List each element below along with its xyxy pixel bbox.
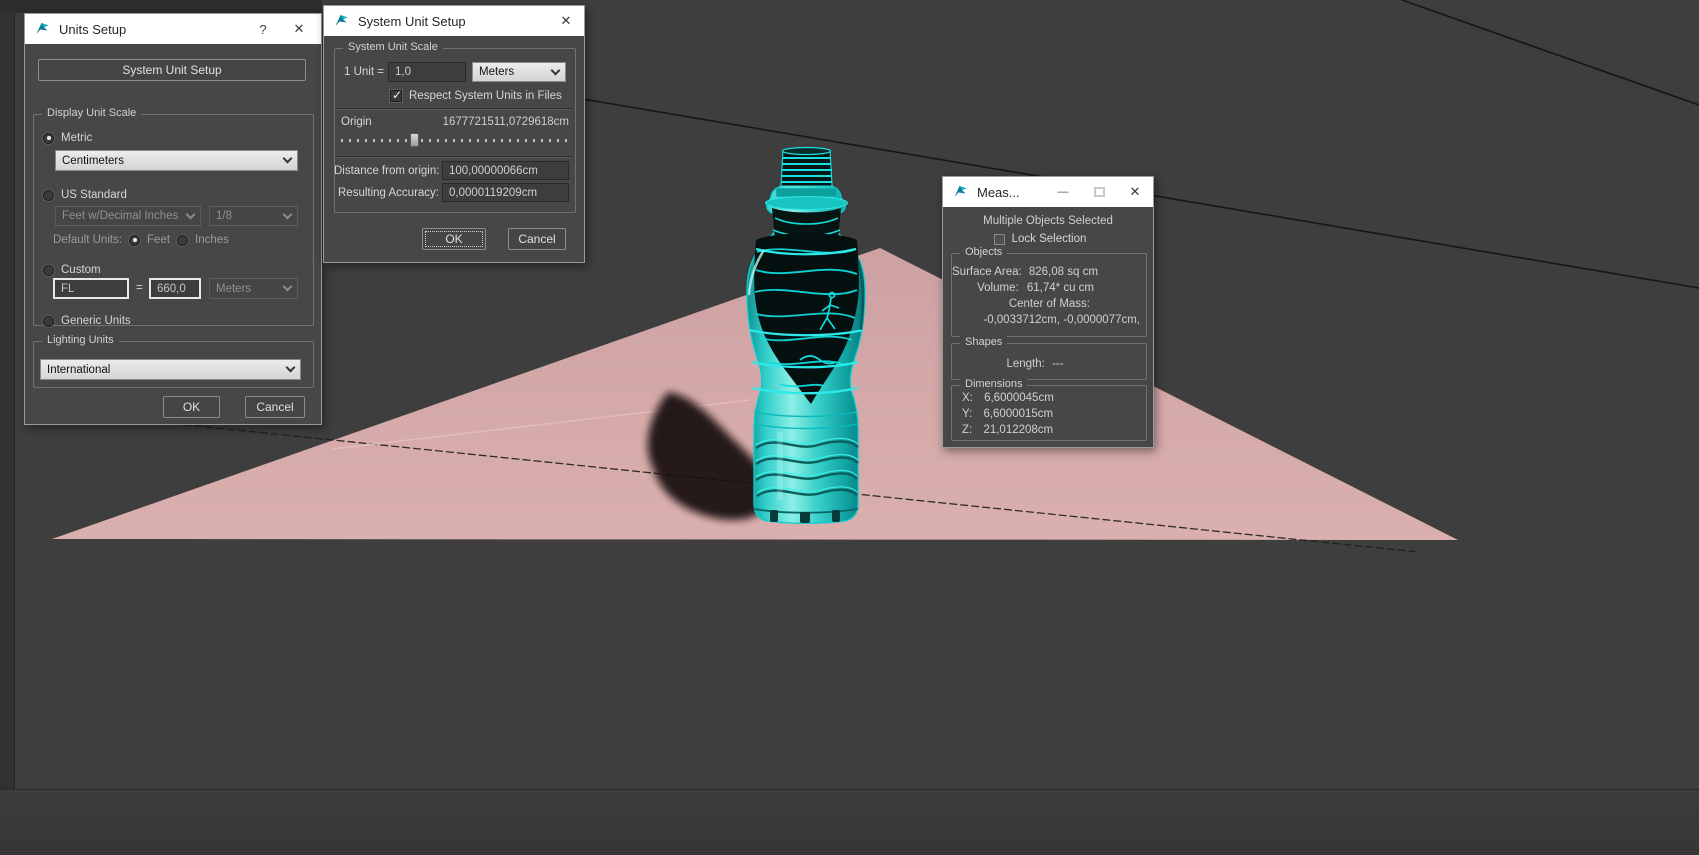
lock-selection-checkbox[interactable] <box>993 233 1005 245</box>
length-row: Length: --- <box>1006 358 1064 370</box>
3dsmax-logo-icon <box>36 23 49 34</box>
maximize-icon <box>1085 177 1113 207</box>
selection-status: Multiple Objects Selected <box>983 215 1113 227</box>
3dsmax-logo-icon <box>954 186 967 197</box>
custom-radio[interactable] <box>43 264 54 276</box>
default-units-label: Default Units: <box>53 234 123 246</box>
ok-button[interactable]: OK <box>422 228 486 250</box>
group-label: System Unit Scale <box>343 41 443 53</box>
custom-label: Custom <box>61 264 101 276</box>
bottle-object[interactable] <box>746 146 866 524</box>
3dsmax-viewport: Units Setup ? ✕ System Unit Setup Displa… <box>0 0 1699 855</box>
one-unit-label: 1 Unit = <box>344 66 384 78</box>
dialog-title: System Unit Setup <box>358 13 466 29</box>
respect-system-units-label: Respect System Units in Files <box>409 90 562 102</box>
ok-button[interactable]: OK <box>163 396 220 418</box>
custom-value-field[interactable]: 660,0 <box>149 278 201 299</box>
system-unit-dropdown[interactable]: Meters <box>472 62 566 82</box>
center-of-mass-value-row: -0,0033712cm, -0,0000077cm, <box>983 314 1140 326</box>
unit-value-field[interactable]: 1,0 <box>388 62 466 82</box>
inches-label: Inches <box>195 234 229 246</box>
3dsmax-logo-icon <box>335 15 348 26</box>
distance-from-origin-field[interactable]: 100,00000066cm <box>442 161 569 180</box>
volume-row: Volume: 61,74* cu cm <box>977 282 1094 294</box>
origin-label: Origin <box>341 116 372 128</box>
feet-radio[interactable] <box>129 234 141 246</box>
units-setup-titlebar[interactable]: Units Setup ? ✕ <box>25 14 321 44</box>
dialog-title: Units Setup <box>59 21 127 37</box>
dimension-x-row: X: 6,6000045cm <box>962 392 1054 404</box>
dimension-z-row: Z: 21,012208cm <box>962 424 1054 436</box>
units-setup-dialog: Units Setup ? ✕ System Unit Setup Displa… <box>24 13 322 425</box>
separator <box>337 156 573 158</box>
inches-radio[interactable] <box>177 234 189 246</box>
metric-radio[interactable] <box>43 132 54 144</box>
system-unit-setup-titlebar[interactable]: System Unit Setup ✕ <box>324 6 584 36</box>
us-fraction-dropdown: 1/8 <box>209 206 298 226</box>
close-icon[interactable]: ✕ <box>1121 177 1149 207</box>
surface-area-row: Surface Area: 826,08 sq cm <box>952 266 1098 278</box>
origin-slider-track[interactable] <box>341 139 569 142</box>
window-left-edge <box>0 0 15 789</box>
group-label: Display Unit Scale <box>42 107 142 119</box>
group-label: Shapes <box>960 336 1008 348</box>
group-label: Lighting Units <box>42 334 119 346</box>
metric-unit-dropdown[interactable]: Centimeters <box>55 150 298 171</box>
origin-value: 1677721511,0729618cm <box>442 116 569 128</box>
measure-dialog: Meas... — ✕ Multiple Objects Selected Lo… <box>942 176 1154 448</box>
respect-system-units-checkbox[interactable] <box>390 88 402 102</box>
us-standard-dropdown: Feet w/Decimal Inches <box>55 206 201 226</box>
resulting-accuracy-field: 0,0000119209cm <box>442 183 569 202</box>
trackbar-area <box>0 789 1699 855</box>
close-icon[interactable]: ✕ <box>285 14 313 44</box>
generic-units-radio[interactable] <box>43 315 54 327</box>
cancel-button[interactable]: Cancel <box>508 228 566 250</box>
minimize-icon[interactable]: — <box>1049 177 1077 207</box>
chevron-down-icon <box>282 153 293 164</box>
system-unit-setup-button[interactable]: System Unit Setup <box>38 59 306 81</box>
shapes-group: Shapes Length: --- <box>951 336 1147 380</box>
window-top-edge <box>0 0 322 13</box>
us-standard-radio[interactable] <box>43 189 54 201</box>
system-unit-setup-dialog: System Unit Setup ✕ System Unit Scale 1 … <box>323 5 585 263</box>
group-label: Dimensions <box>960 378 1028 390</box>
close-icon[interactable]: ✕ <box>552 6 580 36</box>
us-standard-label: US Standard <box>61 189 127 201</box>
dimensions-group: Dimensions X: 6,6000045cm Y: 6,6000015cm… <box>951 378 1147 441</box>
chevron-down-icon <box>282 209 293 219</box>
objects-group: Objects Surface Area: 826,08 sq cm Volum… <box>951 246 1147 337</box>
custom-unit-dropdown: Meters <box>209 278 298 299</box>
custom-name-field[interactable]: FL <box>53 278 129 299</box>
center-of-mass-label-row: Center of Mass: <box>1008 298 1090 310</box>
help-icon[interactable]: ? <box>249 14 277 44</box>
chevron-down-icon <box>285 362 296 373</box>
grid-axis-line <box>1401 0 1699 106</box>
separator <box>337 108 573 110</box>
metric-label: Metric <box>61 132 93 144</box>
generic-units-label: Generic Units <box>61 315 131 327</box>
resulting-accuracy-label: Resulting Accuracy: <box>338 187 439 199</box>
chevron-down-icon <box>282 281 293 292</box>
feet-label: Feet <box>147 234 171 246</box>
lighting-units-dropdown[interactable]: International <box>40 359 301 380</box>
group-label: Objects <box>960 246 1008 258</box>
equals-sign: = <box>136 282 143 294</box>
dimension-y-row: Y: 6,6000015cm <box>962 408 1054 420</box>
dialog-title: Meas... <box>977 184 1020 200</box>
chevron-down-icon <box>185 209 196 219</box>
lock-selection-label: Lock Selection <box>1011 233 1087 245</box>
measure-titlebar[interactable]: Meas... — ✕ <box>943 177 1153 207</box>
chevron-down-icon <box>550 65 561 75</box>
origin-slider-thumb[interactable] <box>410 133 419 147</box>
distance-from-origin-label: Distance from origin: <box>334 165 440 177</box>
cancel-button[interactable]: Cancel <box>245 396 305 418</box>
